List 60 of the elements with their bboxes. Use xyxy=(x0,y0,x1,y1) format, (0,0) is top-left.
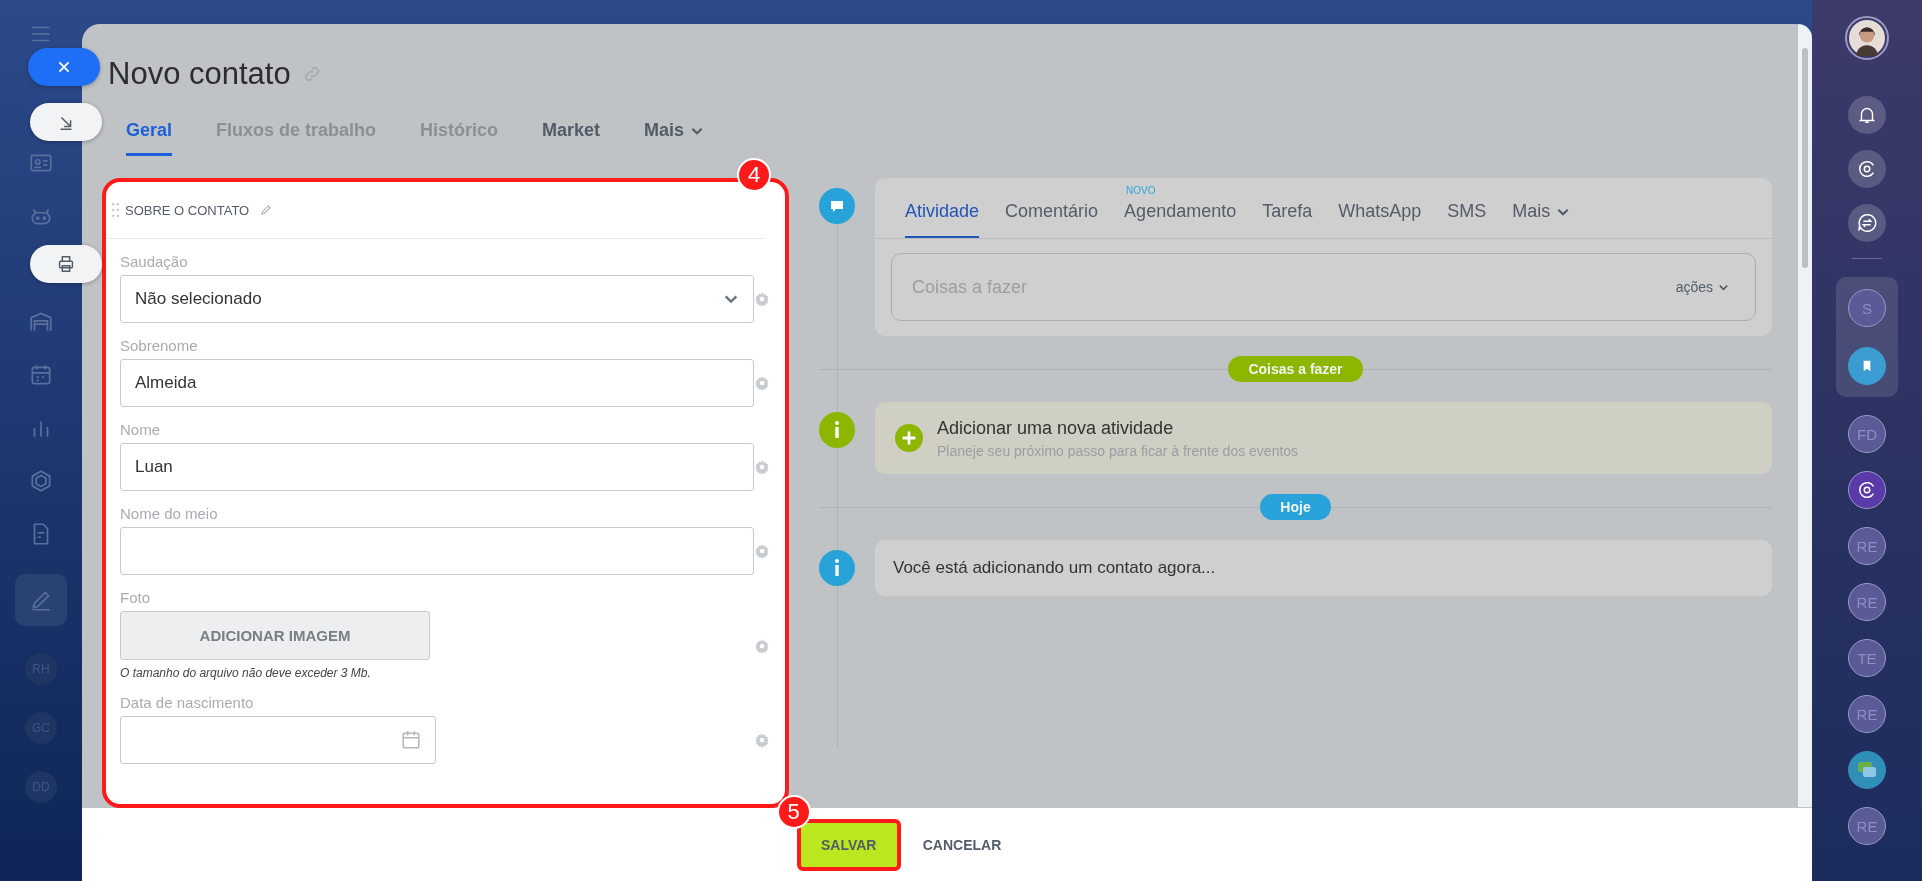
activity-tab[interactable]: WhatsApp xyxy=(1338,201,1422,238)
activity-tab[interactable]: Comentário xyxy=(1005,201,1099,238)
event-text: Você está adicionando um contato agora... xyxy=(893,558,1216,578)
hexagon-icon[interactable] xyxy=(28,468,54,494)
activity-tab[interactable]: Atividade xyxy=(905,201,980,238)
drag-handle-icon[interactable] xyxy=(112,203,119,217)
tab[interactable]: Market xyxy=(542,116,601,156)
field-label: Data de nascimento xyxy=(120,694,255,711)
calendar-icon[interactable] xyxy=(28,362,54,388)
plus-icon[interactable] xyxy=(895,424,923,452)
field-label: Sobrenome xyxy=(120,337,199,354)
chat-bubbles-icon[interactable] xyxy=(1848,751,1886,789)
user-avatar[interactable] xyxy=(1845,16,1889,60)
scrollbar-thumb[interactable] xyxy=(1802,48,1808,268)
callout-badge: 4 xyxy=(737,158,771,192)
activity-tab[interactable]: Tarefa xyxy=(1262,201,1313,238)
pencil-tile-icon[interactable] xyxy=(15,574,67,626)
field-label: Nome do meio xyxy=(120,505,219,522)
info-icon xyxy=(819,550,855,586)
date-field[interactable] xyxy=(120,716,436,764)
print-button[interactable] xyxy=(30,245,102,283)
section-title: SOBRE O CONTATO xyxy=(125,202,250,218)
save-button[interactable]: SALVAR xyxy=(796,818,901,871)
page-title: Novo contato xyxy=(108,56,291,92)
link-icon[interactable] xyxy=(302,65,321,83)
close-button[interactable] xyxy=(28,48,100,86)
activity-tab[interactable]: Mais xyxy=(1512,201,1571,238)
comment-icon xyxy=(819,188,855,224)
activity-tab[interactable]: SMS xyxy=(1447,201,1487,238)
today-divider-label: Hoje xyxy=(1260,494,1331,520)
pencil-icon[interactable] xyxy=(259,203,274,217)
bookmark-icon[interactable] xyxy=(1848,347,1886,385)
field-label: Nome xyxy=(120,421,161,438)
input-field[interactable]: Almeida xyxy=(120,359,754,407)
tab[interactable]: Mais xyxy=(644,116,705,156)
actions-dropdown[interactable]: ações xyxy=(1669,278,1735,296)
hint-text: O tamanho do arquivo não deve exceder 3 Mb. xyxy=(120,666,372,680)
add-image-button[interactable]: ADICIONAR IMAGEM xyxy=(120,611,430,660)
settings-icon[interactable] xyxy=(754,375,770,391)
field-label: Foto xyxy=(120,589,151,606)
calendar-icon xyxy=(401,730,421,750)
info-icon xyxy=(819,412,855,448)
settings-icon[interactable] xyxy=(754,459,770,475)
settings-icon[interactable] xyxy=(754,543,770,559)
chat-swap-icon[interactable] xyxy=(1856,212,1878,234)
callout-badge: 5 xyxy=(776,794,811,829)
cancel-button[interactable]: CANCELAR xyxy=(916,835,1008,854)
field-label: Saudação xyxy=(120,253,189,270)
settings-icon[interactable] xyxy=(754,732,770,748)
todo-divider-label: Coisas a fazer xyxy=(1228,356,1363,382)
minimize-button[interactable] xyxy=(30,103,102,141)
input-field[interactable] xyxy=(120,527,754,575)
settings-icon[interactable] xyxy=(754,637,770,654)
settings-icon[interactable] xyxy=(754,291,770,307)
input-field[interactable]: Luan xyxy=(120,443,754,491)
copilot-icon[interactable] xyxy=(1848,471,1886,509)
select-field[interactable]: Não selecionado xyxy=(120,275,754,323)
tab[interactable]: Geral xyxy=(126,116,173,156)
add-activity-title: Adicionar uma nova atividade xyxy=(937,417,1175,439)
new-label: NOVO xyxy=(1126,185,1156,196)
